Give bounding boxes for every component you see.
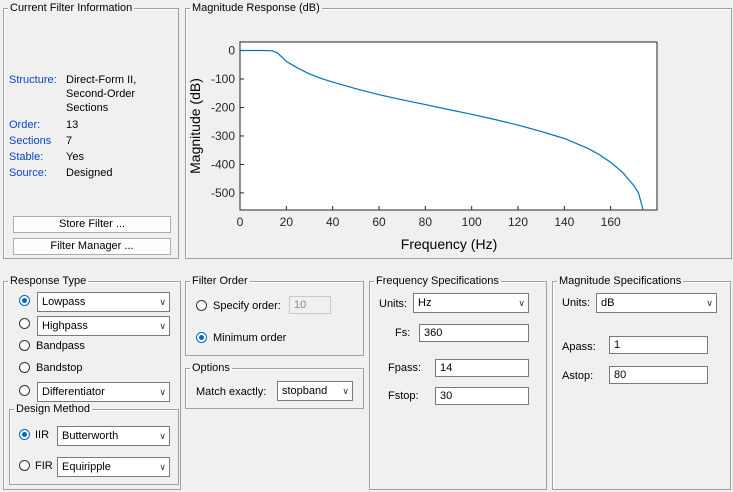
- radio-specify-order[interactable]: [196, 300, 207, 311]
- x-axis-label: Frequency (Hz): [401, 236, 497, 252]
- astop-field[interactable]: 80: [609, 366, 708, 384]
- apass-label: Apass:: [562, 341, 596, 353]
- stable-value: Yes: [66, 151, 84, 163]
- freq-units-select[interactable]: Hz ∨: [413, 293, 529, 313]
- order-value: 13: [66, 119, 79, 131]
- x-tick-label: 40: [326, 215, 340, 229]
- x-tick-label: 140: [554, 215, 574, 229]
- lowpass-select-value: Lowpass: [42, 296, 86, 308]
- options-legend: Options: [192, 362, 230, 374]
- sections-label: Sections: [9, 135, 52, 147]
- source-label: Source:: [9, 167, 47, 179]
- lowpass-select[interactable]: Lowpass ∨: [37, 292, 170, 312]
- x-tick-label: 160: [601, 215, 621, 229]
- x-tick-label: 20: [280, 215, 294, 229]
- structure-value-line2: Second-Order: [66, 88, 136, 100]
- store-filter-button[interactable]: Store Filter ...: [13, 216, 171, 233]
- chevron-down-icon: ∨: [159, 431, 166, 441]
- chevron-down-icon: ∨: [342, 386, 349, 396]
- highpass-select-value: Highpass: [42, 320, 88, 332]
- freq-units-label: Units:: [379, 298, 408, 310]
- magnitude-response-legend: Magnitude Response (dB): [192, 2, 320, 14]
- x-tick-label: 80: [419, 215, 433, 229]
- minimum-order-label[interactable]: Minimum order: [213, 331, 286, 345]
- stable-label: Stable:: [9, 151, 44, 163]
- radio-bandstop[interactable]: [19, 362, 30, 373]
- bandstop-label[interactable]: Bandstop: [36, 361, 82, 375]
- chevron-down-icon: ∨: [159, 462, 166, 472]
- structure-value-line1: Direct-Form II,: [66, 74, 137, 86]
- y-tick-label: -100: [211, 72, 235, 86]
- chevron-down-icon: ∨: [518, 298, 525, 308]
- source-value: Designed: [66, 167, 113, 179]
- mag-units-value: dB: [601, 297, 615, 309]
- filter-manager-button[interactable]: Filter Manager ...: [13, 238, 171, 255]
- x-tick-label: 120: [508, 215, 528, 229]
- specify-order-field[interactable]: 10: [289, 296, 331, 314]
- iir-design-value: Butterworth: [62, 430, 119, 442]
- radio-differentiator[interactable]: [19, 385, 30, 396]
- y-tick-label: -300: [211, 129, 235, 143]
- filter-order-legend: Filter Order: [192, 275, 248, 287]
- specify-order-label[interactable]: Specify order:: [213, 299, 281, 313]
- chevron-down-icon: ∨: [159, 321, 166, 331]
- sections-value: 7: [66, 135, 73, 147]
- astop-label: Astop:: [562, 370, 594, 382]
- differentiator-select[interactable]: Differentiator ∨: [37, 382, 170, 402]
- y-tick-label: -200: [211, 100, 235, 114]
- highpass-select[interactable]: Highpass ∨: [37, 316, 170, 336]
- order-label: Order:: [9, 119, 41, 131]
- y-tick-label: -500: [211, 186, 235, 200]
- radio-fir[interactable]: [19, 460, 30, 471]
- y-tick-label: 0: [228, 44, 235, 58]
- fir-design-select[interactable]: Equiripple ∨: [57, 457, 170, 477]
- fir-label[interactable]: FIR: [35, 459, 53, 473]
- fs-label: Fs:: [395, 327, 411, 339]
- radio-bandpass[interactable]: [19, 340, 30, 351]
- radio-minimum-order[interactable]: [196, 332, 207, 343]
- x-tick-label: 100: [462, 215, 482, 229]
- y-axis-label: Magnitude (dB): [187, 78, 203, 174]
- plot-area: [239, 41, 658, 211]
- y-tick-label: -400: [211, 157, 235, 171]
- fstop-field[interactable]: 30: [435, 387, 529, 405]
- structure-value-line3: Sections: [66, 102, 109, 114]
- fir-design-value: Equiripple: [62, 461, 111, 473]
- fstop-label: Fstop:: [388, 390, 419, 402]
- magnitude-specs-legend: Magnitude Specifications: [559, 275, 682, 287]
- current-filter-info-legend: Current Filter Information: [10, 2, 133, 14]
- iir-design-select[interactable]: Butterworth ∨: [57, 426, 170, 446]
- response-type-legend: Response Type: [10, 275, 87, 287]
- x-tick-label: 60: [372, 215, 386, 229]
- apass-field[interactable]: 1: [609, 336, 708, 354]
- mag-units-select[interactable]: dB ∨: [596, 293, 717, 313]
- bandpass-label[interactable]: Bandpass: [36, 339, 85, 353]
- magnitude-response-chart[interactable]: 0 20 40 60 80 100 120 140 160 0 -100 -200 -300 -400 -5…: [186, 16, 729, 257]
- iir-label[interactable]: IIR: [35, 428, 49, 442]
- match-exactly-value: stopband: [282, 385, 328, 397]
- structure-label: Structure:: [9, 74, 57, 86]
- chevron-down-icon: ∨: [159, 297, 166, 307]
- fpass-field[interactable]: 14: [435, 359, 529, 377]
- freq-units-value: Hz: [418, 297, 432, 309]
- differentiator-select-value: Differentiator: [42, 386, 105, 398]
- radio-highpass[interactable]: [19, 318, 30, 329]
- x-tick-label: 0: [237, 215, 244, 229]
- mag-units-label: Units:: [562, 297, 591, 309]
- chevron-down-icon: ∨: [706, 298, 713, 308]
- match-exactly-select[interactable]: stopband ∨: [277, 381, 353, 401]
- fpass-label: Fpass:: [388, 362, 422, 374]
- match-exactly-label: Match exactly:: [196, 386, 267, 398]
- radio-lowpass[interactable]: [19, 295, 30, 306]
- frequency-specs-legend: Frequency Specifications: [376, 275, 499, 287]
- design-method-legend: Design Method: [16, 403, 90, 415]
- chevron-down-icon: ∨: [159, 387, 166, 397]
- radio-iir[interactable]: [19, 429, 30, 440]
- fs-field[interactable]: 360: [419, 324, 529, 342]
